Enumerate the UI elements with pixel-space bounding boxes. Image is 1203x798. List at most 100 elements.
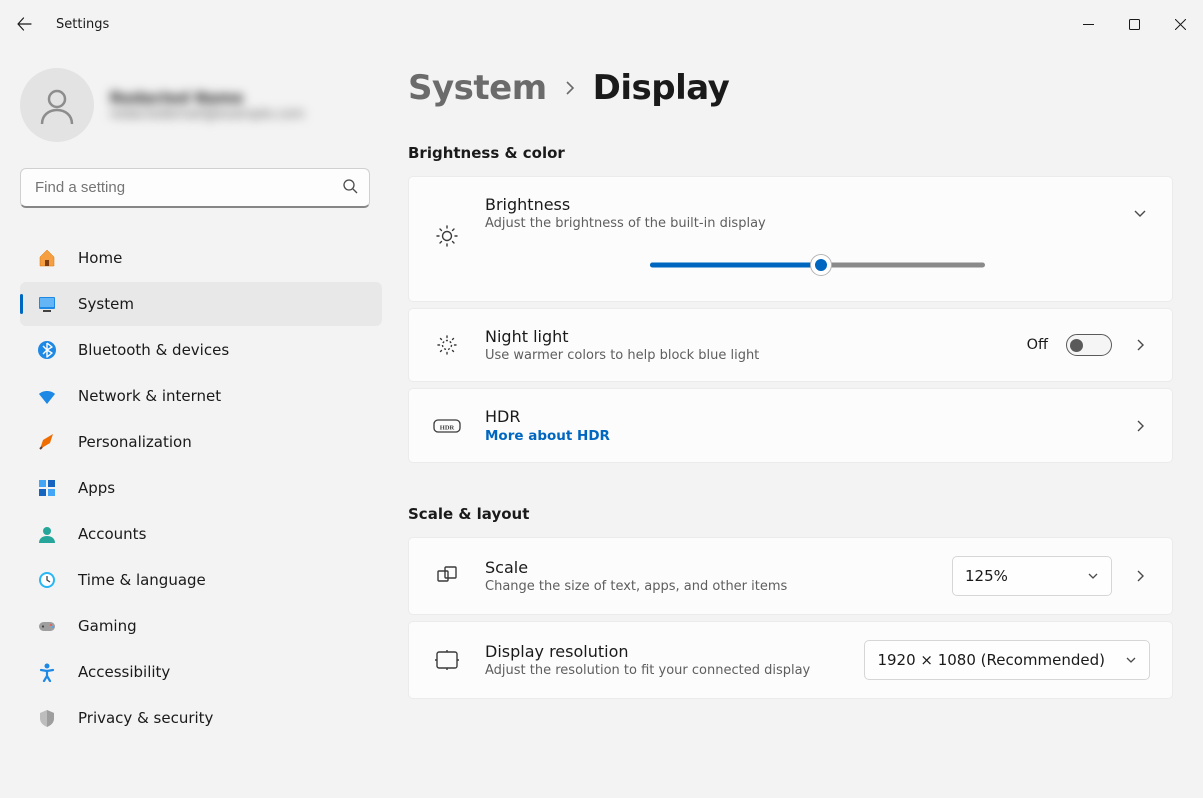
open-button[interactable] xyxy=(1130,338,1150,352)
nav-label: Accounts xyxy=(78,525,146,543)
system-icon xyxy=(36,293,58,315)
close-button[interactable] xyxy=(1157,8,1203,40)
chevron-right-icon xyxy=(1133,419,1147,433)
select-value: 125% xyxy=(965,567,1008,585)
sidebar-item-bluetooth[interactable]: Bluetooth & devices xyxy=(20,328,382,372)
network-icon xyxy=(36,385,58,407)
accounts-icon xyxy=(36,523,58,545)
chevron-right-icon xyxy=(1133,569,1147,583)
maximize-button[interactable] xyxy=(1111,8,1157,40)
nav-label: Apps xyxy=(78,479,115,497)
arrow-left-icon xyxy=(16,16,32,32)
select-value: 1920 × 1080 (Recommended) xyxy=(877,651,1105,669)
nav-label: Network & internet xyxy=(78,387,221,405)
section-heading-brightness: Brightness & color xyxy=(408,144,1173,162)
slider-fill xyxy=(650,263,821,268)
search-field[interactable] xyxy=(20,168,370,208)
apps-icon xyxy=(36,477,58,499)
gaming-icon xyxy=(36,615,58,637)
bluetooth-icon xyxy=(36,339,58,361)
card-title: HDR xyxy=(485,407,1108,426)
open-button[interactable] xyxy=(1130,419,1150,433)
sidebar-item-gaming[interactable]: Gaming xyxy=(20,604,382,648)
account-text: Redacted Name redactedemail@example.com xyxy=(110,89,304,122)
person-icon xyxy=(36,84,78,126)
sidebar-item-privacy[interactable]: Privacy & security xyxy=(20,696,382,740)
card-subtitle: Adjust the brightness of the built-in di… xyxy=(485,216,1130,231)
card-title: Scale xyxy=(485,558,930,577)
breadcrumb-current: Display xyxy=(593,68,730,108)
sidebar-item-time[interactable]: Time & language xyxy=(20,558,382,602)
svg-text:HDR: HDR xyxy=(440,424,455,431)
privacy-icon xyxy=(36,707,58,729)
breadcrumb-parent[interactable]: System xyxy=(408,68,547,108)
home-icon xyxy=(36,247,58,269)
hdr-more-link[interactable]: More about HDR xyxy=(485,428,1108,444)
time-icon xyxy=(36,569,58,591)
card-title: Display resolution xyxy=(485,642,842,661)
brightness-slider[interactable] xyxy=(650,253,985,277)
nav-label: Bluetooth & devices xyxy=(78,341,229,359)
nav-label: Gaming xyxy=(78,617,137,635)
maximize-icon xyxy=(1129,19,1140,30)
expand-button[interactable] xyxy=(1130,206,1150,220)
nav-label: Privacy & security xyxy=(78,709,213,727)
resolution-dropdown[interactable]: 1920 × 1080 (Recommended) xyxy=(864,640,1150,680)
account-name: Redacted Name xyxy=(110,89,304,107)
scale-icon xyxy=(431,564,463,588)
sidebar-item-system[interactable]: System xyxy=(20,282,382,326)
personalization-icon xyxy=(36,431,58,453)
sidebar-item-accessibility[interactable]: Accessibility xyxy=(20,650,382,694)
card-brightness[interactable]: Brightness Adjust the brightness of the … xyxy=(408,176,1173,302)
sidebar-item-personalization[interactable]: Personalization xyxy=(20,420,382,464)
toggle-knob xyxy=(1070,339,1083,352)
nav-label: Personalization xyxy=(78,433,192,451)
card-night-light[interactable]: Night light Use warmer colors to help bl… xyxy=(408,308,1173,382)
night-light-toggle[interactable] xyxy=(1066,334,1112,356)
toggle-label: Off xyxy=(1027,337,1048,353)
nav-label: Accessibility xyxy=(78,663,170,681)
section-heading-scale: Scale & layout xyxy=(408,505,1173,523)
card-scale[interactable]: Scale Change the size of text, apps, and… xyxy=(408,537,1173,615)
card-subtitle: Adjust the resolution to fit your connec… xyxy=(485,663,842,678)
hdr-icon: HDR xyxy=(431,416,463,436)
close-icon xyxy=(1175,19,1186,30)
card-resolution[interactable]: Display resolution Adjust the resolution… xyxy=(408,621,1173,699)
sidebar-item-network[interactable]: Network & internet xyxy=(20,374,382,418)
account-block[interactable]: Redacted Name redactedemail@example.com xyxy=(20,68,382,142)
minimize-button[interactable] xyxy=(1065,8,1111,40)
resolution-icon xyxy=(431,649,463,671)
sidebar-nav: Home System Bluetooth & devices Network … xyxy=(20,236,382,740)
card-title: Night light xyxy=(485,327,1005,346)
nav-label: System xyxy=(78,295,134,313)
account-email: redactedemail@example.com xyxy=(110,107,304,122)
chevron-right-icon xyxy=(1133,338,1147,352)
minimize-icon xyxy=(1083,19,1094,30)
window-controls xyxy=(1065,8,1203,40)
open-button[interactable] xyxy=(1130,569,1150,583)
titlebar: Settings xyxy=(0,0,1203,48)
sidebar-item-home[interactable]: Home xyxy=(20,236,382,280)
sidebar: Redacted Name redactedemail@example.com … xyxy=(0,48,390,798)
sidebar-item-accounts[interactable]: Accounts xyxy=(20,512,382,556)
slider-thumb[interactable] xyxy=(811,255,831,275)
main-pane: System Display Brightness & color Bright… xyxy=(390,48,1203,798)
night-light-icon xyxy=(431,332,463,358)
card-title: Brightness xyxy=(485,195,1130,214)
breadcrumb: System Display xyxy=(408,68,1173,108)
card-subtitle: Change the size of text, apps, and other… xyxy=(485,579,930,594)
back-button[interactable] xyxy=(0,0,48,48)
sidebar-item-apps[interactable]: Apps xyxy=(20,466,382,510)
avatar xyxy=(20,68,94,142)
app-title: Settings xyxy=(56,17,109,32)
search-input[interactable] xyxy=(20,168,370,208)
chevron-down-icon xyxy=(1133,206,1147,220)
scale-dropdown[interactable]: 125% xyxy=(952,556,1112,596)
nav-label: Time & language xyxy=(78,571,206,589)
card-subtitle: Use warmer colors to help block blue lig… xyxy=(485,348,1005,363)
chevron-down-icon xyxy=(1087,570,1099,582)
card-hdr[interactable]: HDR HDR More about HDR xyxy=(408,388,1173,463)
brightness-icon xyxy=(431,223,463,249)
chevron-right-icon xyxy=(563,76,577,100)
nav-label: Home xyxy=(78,249,122,267)
